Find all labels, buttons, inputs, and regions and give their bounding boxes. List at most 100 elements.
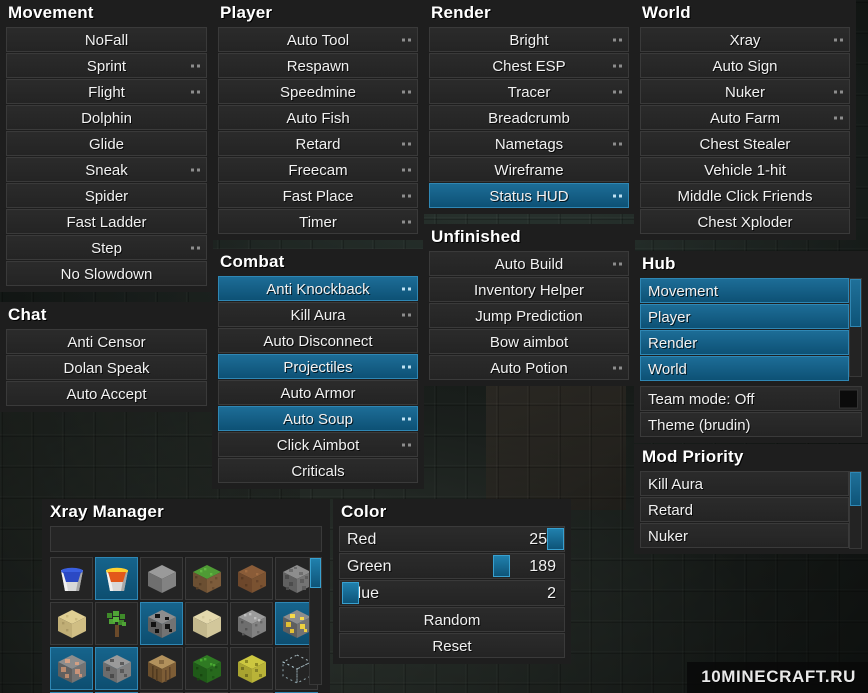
module-button-dolan-speak[interactable]: Dolan Speak <box>6 355 207 380</box>
expand-settings-icon[interactable] <box>402 443 411 446</box>
module-button-auto-build[interactable]: Auto Build <box>429 251 629 276</box>
xray-scrollbar-thumb[interactable] <box>310 558 321 588</box>
module-button-xray[interactable]: Xray <box>640 27 850 52</box>
expand-settings-icon[interactable] <box>191 90 200 93</box>
expand-settings-icon[interactable] <box>402 365 411 368</box>
color-random-button[interactable]: Random <box>339 607 565 632</box>
expand-settings-icon[interactable] <box>613 142 622 145</box>
module-button-fast-place[interactable]: Fast Place <box>218 183 418 208</box>
xray-block-leaves-block[interactable] <box>185 647 228 690</box>
expand-settings-icon[interactable] <box>613 64 622 67</box>
module-button-nofall[interactable]: NoFall <box>6 27 207 52</box>
module-button-no-slowdown[interactable]: No Slowdown <box>6 261 207 286</box>
module-button-chest-xploder[interactable]: Chest Xploder <box>640 209 850 234</box>
expand-settings-icon[interactable] <box>613 262 622 265</box>
module-button-freecam[interactable]: Freecam <box>218 157 418 182</box>
expand-settings-icon[interactable] <box>402 168 411 171</box>
module-button-breadcrumb[interactable]: Breadcrumb <box>429 105 629 130</box>
hub-scrollbar-thumb[interactable] <box>850 279 861 327</box>
hub-scrollbar-track[interactable] <box>849 278 862 377</box>
color-slider-green[interactable]: Green 189 <box>339 553 565 579</box>
expand-settings-icon[interactable] <box>402 313 411 316</box>
xray-block-grass-block[interactable] <box>185 557 228 600</box>
xray-block-sponge-block[interactable] <box>230 647 273 690</box>
xray-block-lava-bucket[interactable] <box>95 557 138 600</box>
hub-category-player[interactable]: Player <box>640 304 849 329</box>
expand-settings-icon[interactable] <box>402 194 411 197</box>
module-button-nametags[interactable]: Nametags <box>429 131 629 156</box>
expand-settings-icon[interactable] <box>613 90 622 93</box>
mod-priority-scrollbar-track[interactable] <box>849 471 862 549</box>
xray-block-log-block[interactable] <box>140 647 183 690</box>
module-button-status-hud[interactable]: Status HUD <box>429 183 629 208</box>
color-reset-button[interactable]: Reset <box>339 633 565 658</box>
hub-category-movement[interactable]: Movement <box>640 278 849 303</box>
expand-settings-icon[interactable] <box>402 417 411 420</box>
color-slider-blue[interactable]: Blue 2 <box>339 580 565 606</box>
module-button-nuker[interactable]: Nuker <box>640 79 850 104</box>
hub-team-mode-row[interactable]: Team mode: Off <box>640 386 862 411</box>
expand-settings-icon[interactable] <box>834 90 843 93</box>
expand-settings-icon[interactable] <box>613 38 622 41</box>
module-button-retard[interactable]: Retard <box>640 497 849 522</box>
color-slider-handle[interactable] <box>342 582 359 604</box>
expand-settings-icon[interactable] <box>191 246 200 249</box>
module-button-chest-esp[interactable]: Chest ESP <box>429 53 629 78</box>
hub-category-render[interactable]: Render <box>640 330 849 355</box>
module-button-auto-disconnect[interactable]: Auto Disconnect <box>218 328 418 353</box>
module-button-auto-fish[interactable]: Auto Fish <box>218 105 418 130</box>
module-button-speedmine[interactable]: Speedmine <box>218 79 418 104</box>
module-button-step[interactable]: Step <box>6 235 207 260</box>
expand-settings-icon[interactable] <box>613 194 622 197</box>
module-button-nuker[interactable]: Nuker <box>640 523 849 548</box>
module-button-glide[interactable]: Glide <box>6 131 207 156</box>
color-slider-red[interactable]: Red 255 <box>339 526 565 552</box>
module-button-auto-sign[interactable]: Auto Sign <box>640 53 850 78</box>
expand-settings-icon[interactable] <box>402 220 411 223</box>
hub-team-mode-toggle[interactable] <box>839 389 858 408</box>
module-button-flight[interactable]: Flight <box>6 79 207 104</box>
expand-settings-icon[interactable] <box>402 90 411 93</box>
module-button-wireframe[interactable]: Wireframe <box>429 157 629 182</box>
module-button-click-aimbot[interactable]: Click Aimbot <box>218 432 418 457</box>
expand-settings-icon[interactable] <box>613 366 622 369</box>
module-button-auto-armor[interactable]: Auto Armor <box>218 380 418 405</box>
hub-category-world[interactable]: World <box>640 356 849 381</box>
expand-settings-icon[interactable] <box>834 38 843 41</box>
xray-search-input[interactable] <box>50 526 322 552</box>
module-button-projectiles[interactable]: Projectiles <box>218 354 418 379</box>
module-button-auto-farm[interactable]: Auto Farm <box>640 105 850 130</box>
xray-block-water-bucket[interactable] <box>50 557 93 600</box>
module-button-sneak[interactable]: Sneak <box>6 157 207 182</box>
xray-block-coal-ore-block[interactable] <box>140 602 183 645</box>
mod-priority-scrollbar-thumb[interactable] <box>850 472 861 506</box>
xray-block-stone-block[interactable] <box>140 557 183 600</box>
color-slider-handle[interactable] <box>493 555 510 577</box>
module-button-vehicle-1-hit[interactable]: Vehicle 1-hit <box>640 157 850 182</box>
module-button-anti-knockback[interactable]: Anti Knockback <box>218 276 418 301</box>
module-button-auto-soup[interactable]: Auto Soup <box>218 406 418 431</box>
xray-scrollbar-track[interactable] <box>309 557 322 685</box>
color-slider-handle[interactable] <box>547 528 564 550</box>
module-button-retard[interactable]: Retard <box>218 131 418 156</box>
module-button-fast-ladder[interactable]: Fast Ladder <box>6 209 207 234</box>
module-button-sprint[interactable]: Sprint <box>6 53 207 78</box>
module-button-kill-aura[interactable]: Kill Aura <box>640 471 849 496</box>
xray-block-silverfish-stone-block[interactable] <box>95 647 138 690</box>
module-button-auto-potion[interactable]: Auto Potion <box>429 355 629 380</box>
expand-settings-icon[interactable] <box>402 287 411 290</box>
expand-settings-icon[interactable] <box>191 168 200 171</box>
module-button-bow-aimbot[interactable]: Bow aimbot <box>429 329 629 354</box>
xray-block-sand-block[interactable] <box>50 602 93 645</box>
module-button-dolphin[interactable]: Dolphin <box>6 105 207 130</box>
module-button-bright[interactable]: Bright <box>429 27 629 52</box>
hub-theme-row[interactable]: Theme (brudin) <box>640 412 862 437</box>
expand-settings-icon[interactable] <box>402 38 411 41</box>
module-button-inventory-helper[interactable]: Inventory Helper <box>429 277 629 302</box>
xray-block-dirt-block[interactable] <box>230 557 273 600</box>
expand-settings-icon[interactable] <box>834 116 843 119</box>
xray-block-sandstone-block[interactable] <box>185 602 228 645</box>
expand-settings-icon[interactable] <box>191 64 200 67</box>
module-button-respawn[interactable]: Respawn <box>218 53 418 78</box>
module-button-timer[interactable]: Timer <box>218 209 418 234</box>
